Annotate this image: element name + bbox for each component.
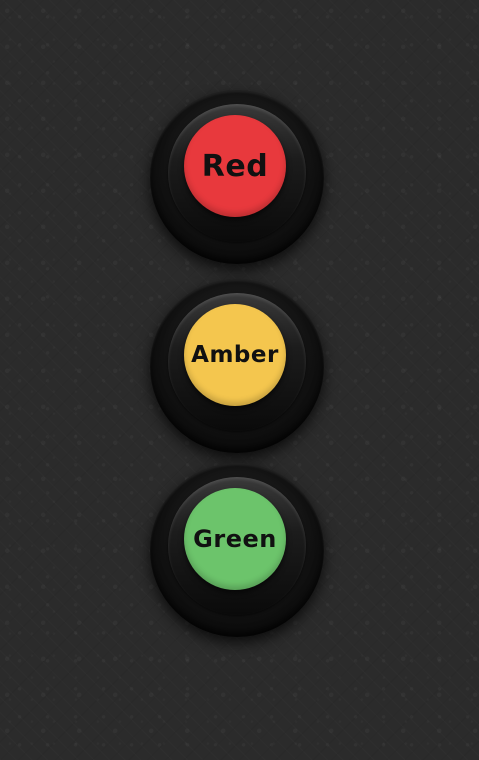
green-light-housing: Green xyxy=(150,463,324,637)
red-light-button[interactable]: Red xyxy=(184,115,286,217)
amber-light-button[interactable]: Amber xyxy=(184,304,286,406)
traffic-light-stack: Red Amber Green xyxy=(0,0,479,760)
amber-light-housing: Amber xyxy=(150,279,324,453)
green-light-label: Green xyxy=(193,525,277,553)
green-light-button[interactable]: Green xyxy=(184,488,286,590)
red-light-label: Red xyxy=(201,148,269,184)
amber-light-label: Amber xyxy=(191,342,279,368)
red-light-housing: Red xyxy=(150,90,324,264)
